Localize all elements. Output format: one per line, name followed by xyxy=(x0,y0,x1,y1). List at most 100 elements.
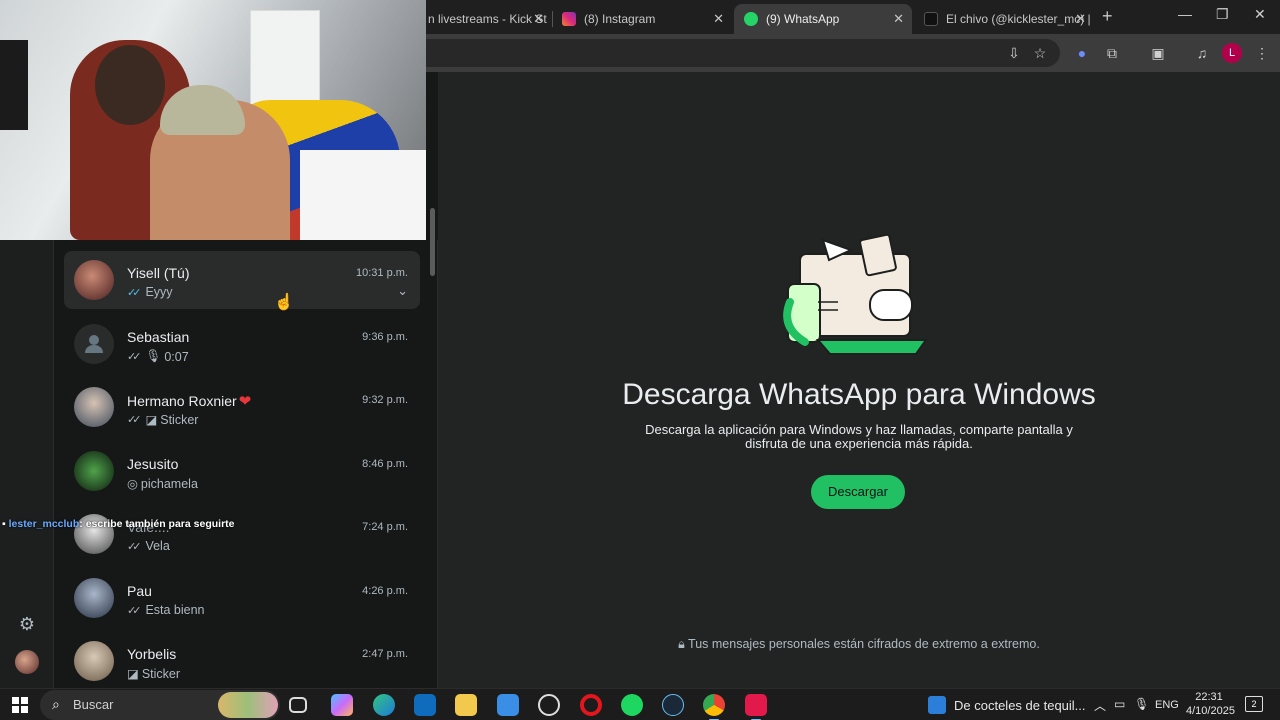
search-icon: ⌕ xyxy=(52,696,60,712)
microsoft-store-icon[interactable] xyxy=(497,694,519,716)
chat-preview: ✓✓ 🎙 0:07 xyxy=(127,349,189,364)
screen: n livestreams - Kick St ✕ (8) Instagram … xyxy=(0,0,1280,720)
install-app-icon[interactable]: ⇩ xyxy=(1004,43,1024,63)
tab-instagram[interactable]: (8) Instagram ✕ xyxy=(552,4,732,34)
chat-name: Sebastian xyxy=(127,329,190,345)
download-illustration xyxy=(783,233,928,355)
chat-row-jesusito[interactable]: Jesusito 8:46 p.m. ◎ pichamela xyxy=(64,442,420,500)
chevron-up-icon[interactable]: ︿ xyxy=(1094,697,1106,714)
chat-name: Yorbelis xyxy=(127,646,177,662)
chat-time: 10:31 p.m. xyxy=(356,267,408,279)
page-subtitle: Descarga la aplicación para Windows y ha… xyxy=(645,422,1073,451)
double-check-icon: ✓✓ xyxy=(127,286,142,299)
extension-icon[interactable]: ● xyxy=(1072,43,1092,63)
chat-preview: ✓✓ Esta bienn xyxy=(127,603,205,617)
stream-chat-user: lester_mcclub xyxy=(8,518,80,530)
chat-time: 2:47 p.m. xyxy=(362,648,408,660)
chat-row-vale[interactable]: Vale.... 7:24 p.m. ✓✓ Vela xyxy=(64,505,420,563)
menu-icon[interactable]: ⋮ xyxy=(1252,43,1272,63)
bookmark-star-icon[interactable]: ☆ xyxy=(1030,43,1050,63)
clock-time: 22:31 xyxy=(1195,691,1223,703)
encryption-note: 🔒︎ Tus mensajes personales están cifrado… xyxy=(438,637,1280,652)
chat-preview: ✓✓ ◪ Sticker xyxy=(127,412,198,428)
restore-icon[interactable]: ❐ xyxy=(1216,6,1229,23)
notification-icon[interactable]: 2 xyxy=(1245,696,1263,712)
chevron-down-icon[interactable]: ⌄ xyxy=(397,283,408,299)
page-title: Descarga WhatsApp para Windows xyxy=(622,378,1096,411)
chat-name: Jesusito xyxy=(127,456,179,472)
taskbar-clock[interactable]: 22:31 4/10/2025 xyxy=(1186,690,1235,718)
instagram-icon xyxy=(562,12,576,26)
download-button[interactable]: Descargar xyxy=(811,475,905,509)
preview-text: Esta bienn xyxy=(145,603,205,617)
tab-label: (9) WhatsApp xyxy=(766,12,840,26)
chat-name: Hermano Roxnier ❤ xyxy=(127,392,251,410)
new-tab-button[interactable]: + xyxy=(1102,6,1113,27)
chat-row-yisell[interactable]: Yisell (Tú) 10:31 p.m. ✓✓ Eyyy ⌄ xyxy=(64,251,420,309)
lock-icon: 🔒︎ xyxy=(678,637,689,651)
search-placeholder: Buscar xyxy=(73,697,114,712)
search-highlight-image xyxy=(218,692,278,718)
copilot-icon[interactable] xyxy=(331,694,353,716)
chat-row-sebastian[interactable]: Sebastian 9:36 p.m. ✓✓ 🎙 0:07 xyxy=(64,315,420,373)
double-check-icon: ✓✓ xyxy=(127,540,142,553)
media-control-icon[interactable]: ♫ xyxy=(1192,43,1212,63)
steam-icon[interactable] xyxy=(662,694,684,716)
double-check-icon: ✓✓ xyxy=(127,414,142,426)
sidepanel-icon[interactable]: ▣ xyxy=(1148,43,1168,63)
file-explorer-icon[interactable] xyxy=(455,694,477,716)
minimize-icon[interactable]: — xyxy=(1178,6,1192,22)
double-check-icon: ✓✓ xyxy=(127,604,142,617)
language-indicator[interactable]: ENG xyxy=(1155,699,1179,711)
tab-whatsapp[interactable]: (9) WhatsApp ✕ xyxy=(734,4,912,34)
spotify-icon[interactable] xyxy=(621,694,643,716)
stream-chat-message: ▪ lester_mcclub: escribe también para se… xyxy=(2,518,235,530)
chat-badge-icon: ▪ xyxy=(2,518,9,530)
task-view-icon[interactable] xyxy=(289,697,307,713)
chrome-icon[interactable] xyxy=(703,694,725,720)
opera-icon[interactable] xyxy=(580,694,602,716)
chat-row-yorbelis[interactable]: Yorbelis 2:47 p.m. ◪ Sticker xyxy=(64,632,420,688)
view-once-icon: ◎ xyxy=(127,477,138,491)
outlook-icon[interactable] xyxy=(414,694,436,716)
edge-icon[interactable] xyxy=(373,694,395,716)
settings-gear-icon[interactable]: ⚙ xyxy=(16,614,38,636)
chat-time: 8:46 p.m. xyxy=(362,458,408,470)
whatsapp-nav-rail: ⚙ xyxy=(0,240,54,688)
chat-list-scrollbar[interactable] xyxy=(430,208,435,276)
encryption-text: Tus mensajes personales están cifrados d… xyxy=(688,637,1040,651)
double-check-icon: ✓✓ xyxy=(127,351,142,363)
puzzle-icon[interactable]: ⧉ xyxy=(1102,43,1122,63)
tab-tiktok[interactable]: El chivo (@kicklester_mc) | T ✕ xyxy=(914,4,1094,34)
chat-time: 9:36 p.m. xyxy=(362,331,408,343)
taskbar-widget[interactable]: De cocteles de tequil... xyxy=(928,696,1086,714)
close-icon[interactable]: ✕ xyxy=(533,11,544,27)
windows-start-icon[interactable] xyxy=(12,697,28,713)
camera-icon[interactable]: ▭ xyxy=(1114,697,1125,711)
chat-preview: ✓✓ Vela xyxy=(127,539,170,553)
bed xyxy=(300,150,426,240)
close-icon[interactable]: ✕ xyxy=(893,11,904,27)
close-icon[interactable]: ✕ xyxy=(1075,11,1086,27)
tab-label: n livestreams - Kick St xyxy=(428,12,547,26)
speedometer-app-icon[interactable] xyxy=(538,694,560,716)
tiktok-taskbar-icon[interactable] xyxy=(745,694,767,720)
chat-row-pau[interactable]: Pau 4:26 p.m. ✓✓ Esta bienn xyxy=(64,569,420,627)
webcam-overlay xyxy=(0,0,426,240)
close-window-icon[interactable]: ✕ xyxy=(1254,6,1266,23)
microphone-icon[interactable]: 🎙︎ xyxy=(1134,697,1149,711)
profile-avatar[interactable]: L xyxy=(1222,43,1242,63)
avatar xyxy=(74,578,114,618)
close-icon[interactable]: ✕ xyxy=(713,11,724,27)
tab-kick[interactable]: n livestreams - Kick St ✕ xyxy=(418,4,552,34)
chat-time: 9:32 p.m. xyxy=(362,394,408,406)
tab-label: El chivo (@kicklester_mc) | T xyxy=(946,12,1094,26)
chat-row-hermano-roxnier[interactable]: Hermano Roxnier ❤ 9:32 p.m. ✓✓ ◪ Sticker xyxy=(64,378,420,436)
windows-taskbar: ⌕ Buscar De cocteles de tequil... ︿ ▭ 🎙︎… xyxy=(0,688,1280,720)
taskbar-search[interactable]: ⌕ Buscar xyxy=(40,690,280,720)
default-avatar-icon xyxy=(74,324,114,364)
profile-avatar-self[interactable] xyxy=(15,650,39,674)
person-left-head xyxy=(95,45,165,125)
stream-chat-text: escribe también para seguirte xyxy=(85,518,235,530)
avatar xyxy=(74,387,114,427)
